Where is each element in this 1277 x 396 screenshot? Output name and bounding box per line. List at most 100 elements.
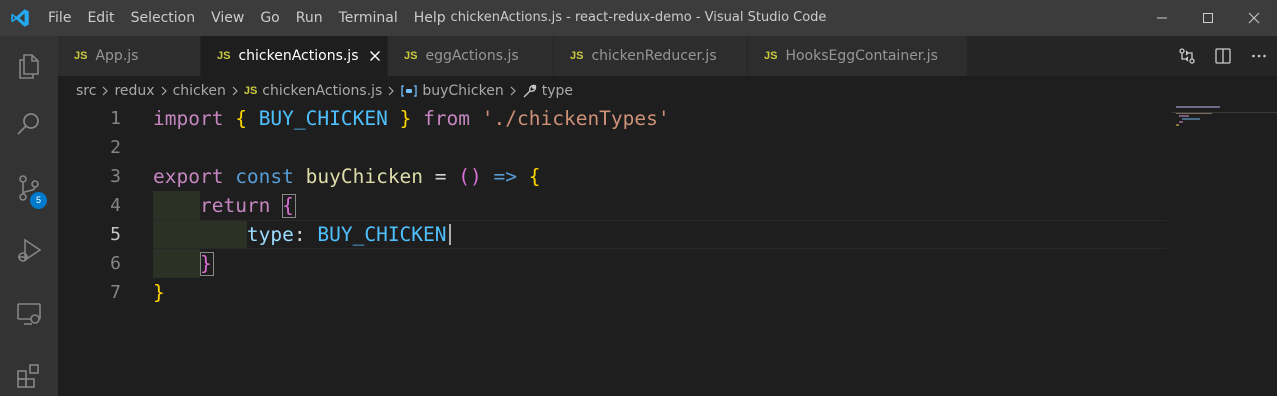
code-token: } [399, 107, 412, 130]
code-token: { [528, 165, 541, 188]
text-cursor [449, 224, 451, 245]
code-token: BUY_CHICKEN [246, 107, 400, 130]
minimap-slider[interactable] [1172, 112, 1277, 113]
more-actions-button[interactable] [1241, 36, 1277, 76]
activity-run-debug[interactable] [0, 222, 58, 278]
line-number: 2 [110, 137, 121, 158]
chevron-right-icon [508, 86, 518, 96]
tab-egg-actions-js[interactable]: JS eggActions.js [388, 36, 554, 76]
code-line[interactable]: 4 return { [58, 191, 1168, 220]
breadcrumb-chicken[interactable]: chicken [173, 83, 226, 99]
open-changes-button[interactable] [1169, 36, 1205, 76]
tab-hooks-egg-container-js[interactable]: JS HooksEggContainer.js [748, 36, 968, 76]
code-line[interactable]: 7} [58, 278, 1168, 307]
breadcrumb-redux[interactable]: redux [114, 83, 154, 99]
close-icon [1248, 12, 1260, 24]
git-compare-icon [1179, 48, 1195, 64]
chevron-right-icon [386, 86, 396, 96]
menu-file[interactable]: File [40, 0, 79, 36]
code-token: './chickenTypes' [481, 107, 670, 130]
menu-go[interactable]: Go [252, 0, 287, 36]
chevron-right-icon [159, 86, 169, 96]
line-number: 1 [110, 108, 121, 129]
activity-source-control[interactable] [0, 160, 58, 216]
editor-actions [1169, 36, 1277, 76]
code-token: from [411, 107, 482, 130]
code-line[interactable]: 1 import { BUY_CHICKEN } from './chickenT… [58, 104, 1168, 133]
activity-explorer[interactable] [0, 38, 58, 94]
tab-close-button[interactable] [367, 48, 383, 64]
code-token: } [199, 252, 212, 275]
activity-bar: 5 [0, 36, 58, 396]
minimap-line [1179, 115, 1189, 117]
code-token: : [293, 223, 318, 246]
line-number: 7 [110, 282, 121, 303]
maximize-button[interactable] [1185, 0, 1231, 36]
breadcrumb-src[interactable]: src [76, 83, 96, 99]
tab-chicken-actions-js[interactable]: JS chickenActions.js [201, 36, 388, 76]
ellipsis-icon [1252, 54, 1266, 58]
tab-label: eggActions.js [425, 48, 519, 64]
code-token: import [153, 107, 224, 130]
code-token: } [153, 281, 165, 304]
editor-tab-bar: JS App.js JS chickenActions.js JS eggAct… [58, 36, 1277, 76]
tab-label: chickenActions.js [238, 48, 359, 64]
code-line[interactable]: 5 type: BUY_CHICKEN [58, 220, 1168, 249]
code-text: } [153, 249, 212, 278]
menu-view[interactable]: View [203, 0, 252, 36]
menu-terminal[interactable]: Terminal [331, 0, 406, 36]
code-editor[interactable]: 1 import { BUY_CHICKEN } from './chickenT… [58, 104, 1277, 396]
variable-icon [400, 84, 418, 98]
code-token: const [223, 165, 306, 188]
tab-label: HooksEggContainer.js [785, 48, 938, 64]
window-controls [1139, 0, 1277, 36]
tab-chicken-reducer-js[interactable]: JS chickenReducer.js [554, 36, 748, 76]
minimize-button[interactable] [1139, 0, 1185, 36]
code-text: return { [153, 191, 294, 220]
source-control-badge: 5 [30, 192, 47, 209]
breadcrumb-symbol-type[interactable]: type [542, 83, 573, 99]
extensions-icon [17, 364, 39, 388]
menu-edit[interactable]: Edit [79, 0, 122, 36]
close-icon [369, 51, 380, 61]
code-token: { [235, 107, 247, 130]
code-line[interactable]: 2 [58, 133, 1168, 162]
breadcrumb: src redux chicken JS chickenActions.js b… [58, 76, 1277, 106]
line-number: 3 [110, 166, 121, 187]
minimap[interactable] [1174, 104, 1277, 396]
code-token: { [282, 194, 294, 217]
js-file-icon: JS [570, 50, 584, 62]
split-editor-button[interactable] [1205, 36, 1241, 76]
menu-selection[interactable]: Selection [123, 0, 204, 36]
run-debug-icon [18, 238, 42, 262]
js-file-icon: JS [217, 50, 231, 62]
code-line[interactable]: 3 export const buyChicken = () => { [58, 162, 1168, 191]
js-file-icon: JS [74, 50, 88, 62]
code-line[interactable]: 6 } [58, 249, 1168, 278]
title-bar: File Edit Selection View Go Run Terminal… [0, 0, 1277, 36]
tab-label: App.js [95, 48, 139, 64]
activity-search[interactable] [0, 96, 58, 152]
code-token: = [423, 165, 459, 188]
code-token: => [481, 165, 529, 188]
activity-remote-explorer[interactable] [0, 286, 58, 342]
tab-app-js[interactable]: JS App.js [58, 36, 201, 76]
remote-explorer-icon [17, 303, 41, 325]
line-number: 5 [110, 224, 121, 245]
js-file-icon: JS [404, 50, 418, 62]
tab-label: chickenReducer.js [591, 48, 717, 64]
breadcrumb-file[interactable]: chickenActions.js [262, 83, 382, 99]
breadcrumb-symbol-buychicken[interactable]: buyChicken [422, 83, 503, 99]
code-text: import { BUY_CHICKEN } from './chickenTy… [153, 104, 670, 133]
minimap-line [1176, 124, 1179, 126]
maximize-icon [1203, 13, 1213, 23]
activity-extensions[interactable] [0, 348, 58, 396]
menu-run[interactable]: Run [288, 0, 331, 36]
close-window-button[interactable] [1231, 0, 1277, 36]
menu-help[interactable]: Help [406, 0, 454, 36]
code-token: () [458, 165, 482, 188]
vscode-logo-icon[interactable] [10, 8, 30, 28]
